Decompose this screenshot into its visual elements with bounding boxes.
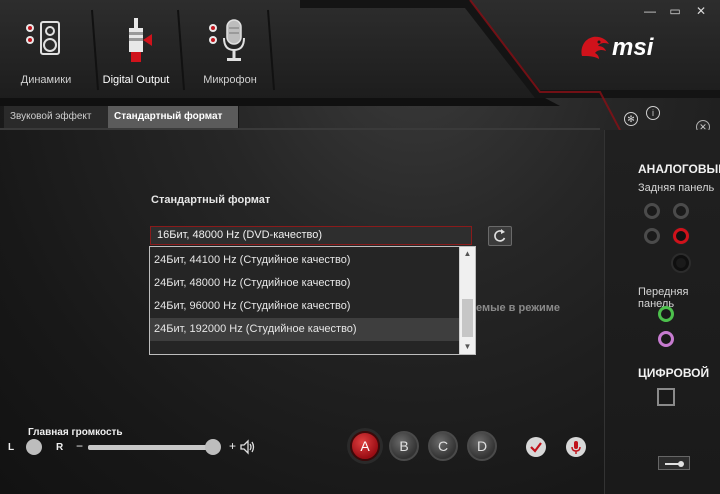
rear-jack-5[interactable]	[673, 255, 689, 271]
device-label-speakers: Динамики	[20, 74, 72, 86]
device-tab-speakers[interactable]: Динамики	[10, 18, 82, 94]
rear-jack-1[interactable]	[644, 203, 660, 219]
reset-icon	[494, 229, 506, 242]
device-tab-microphone[interactable]: Микрофон	[190, 18, 270, 94]
left-channel-label: L	[8, 442, 15, 453]
checkmark-icon[interactable]	[526, 437, 546, 457]
speaker-icon	[26, 21, 60, 55]
device-tab-digital-output[interactable]: Digital Output	[96, 18, 176, 94]
speaker-volume-icon[interactable]	[240, 439, 256, 455]
digital-heading: ЦИФРОВОЙ	[638, 366, 710, 380]
minimize-button[interactable]: —	[637, 4, 663, 20]
digital-output-plug-icon	[129, 18, 152, 62]
balance-knob[interactable]	[26, 439, 42, 455]
audio-manager-window: — ▭ ✕ Динамики Digital Output Микрофон m…	[0, 0, 720, 494]
wrench-settings-icon[interactable]	[658, 456, 690, 470]
rear-jack-active[interactable]	[673, 228, 689, 244]
wrench-icon	[665, 461, 684, 467]
dropdown-scrollbar[interactable]: ▲ ▼	[459, 247, 475, 354]
format-option[interactable]: 24Бит, 48000 Hz (Студийное качество)	[150, 272, 461, 295]
front-jack-mic[interactable]	[658, 331, 674, 347]
volume-slider[interactable]	[88, 445, 220, 450]
preset-d-button[interactable]: D	[467, 431, 497, 461]
rear-panel-label: Задняя панель	[638, 182, 715, 194]
msi-dragon-logo	[581, 36, 609, 59]
tab-sound-effects[interactable]: Звуковой эффект	[4, 106, 109, 128]
format-option[interactable]: 24Бит, 44100 Hz (Студийное качество)	[150, 249, 461, 272]
volume-slider-knob[interactable]	[205, 439, 222, 455]
brand-text: msi	[612, 34, 654, 61]
front-panel-label: Передняя панель	[638, 286, 689, 310]
close-button[interactable]: ✕	[688, 4, 714, 20]
device-label-microphone: Микрофон	[203, 74, 257, 86]
format-option-highlighted[interactable]: 24Бит, 192000 Hz (Студийное качество)	[150, 318, 461, 341]
restore-button[interactable]: ▭	[662, 4, 688, 20]
front-jack-headphone[interactable]	[658, 306, 674, 322]
preset-a-button[interactable]: A	[350, 431, 380, 461]
format-option[interactable]: 24Бит, 96000 Hz (Студийное качество)	[150, 295, 461, 318]
volume-plus-icon[interactable]: +	[229, 439, 236, 453]
scroll-up-arrow-icon[interactable]: ▲	[460, 247, 475, 261]
device-label-digital-output: Digital Output	[102, 74, 170, 86]
info-icon[interactable]: i	[646, 106, 660, 120]
microphone-icon	[209, 19, 245, 61]
sub-tabs: Звуковой эффект Стандартный формат	[0, 106, 600, 128]
volume-minus-icon[interactable]: −	[76, 439, 83, 453]
digital-port-icon[interactable]	[657, 388, 675, 406]
scrollbar-thumb[interactable]	[462, 299, 473, 337]
analog-heading: АНАЛОГОВЫЙ	[638, 162, 720, 176]
default-format-heading: Стандартный формат	[151, 194, 271, 206]
main-volume-label: Главная громкость	[28, 427, 123, 438]
preset-c-button[interactable]: C	[428, 431, 458, 461]
tab-divider	[0, 128, 600, 130]
right-channel-label: R	[56, 442, 64, 453]
partial-description-text: емые в режиме	[476, 302, 561, 314]
scroll-down-arrow-icon[interactable]: ▼	[460, 340, 475, 354]
preset-b-button[interactable]: B	[389, 431, 419, 461]
rear-jack-2[interactable]	[673, 203, 689, 219]
reset-format-button[interactable]	[488, 226, 512, 246]
format-select[interactable]: 16Бит, 48000 Hz (DVD-качество)	[150, 226, 472, 245]
mic-record-icon[interactable]	[566, 437, 586, 457]
tab-default-format[interactable]: Стандартный формат	[108, 106, 239, 128]
settings-gear-icon[interactable]: ✻	[624, 112, 638, 126]
rear-jack-3[interactable]	[644, 228, 660, 244]
format-dropdown-list: 24Бит, 44100 Hz (Студийное качество) 24Б…	[149, 246, 476, 355]
